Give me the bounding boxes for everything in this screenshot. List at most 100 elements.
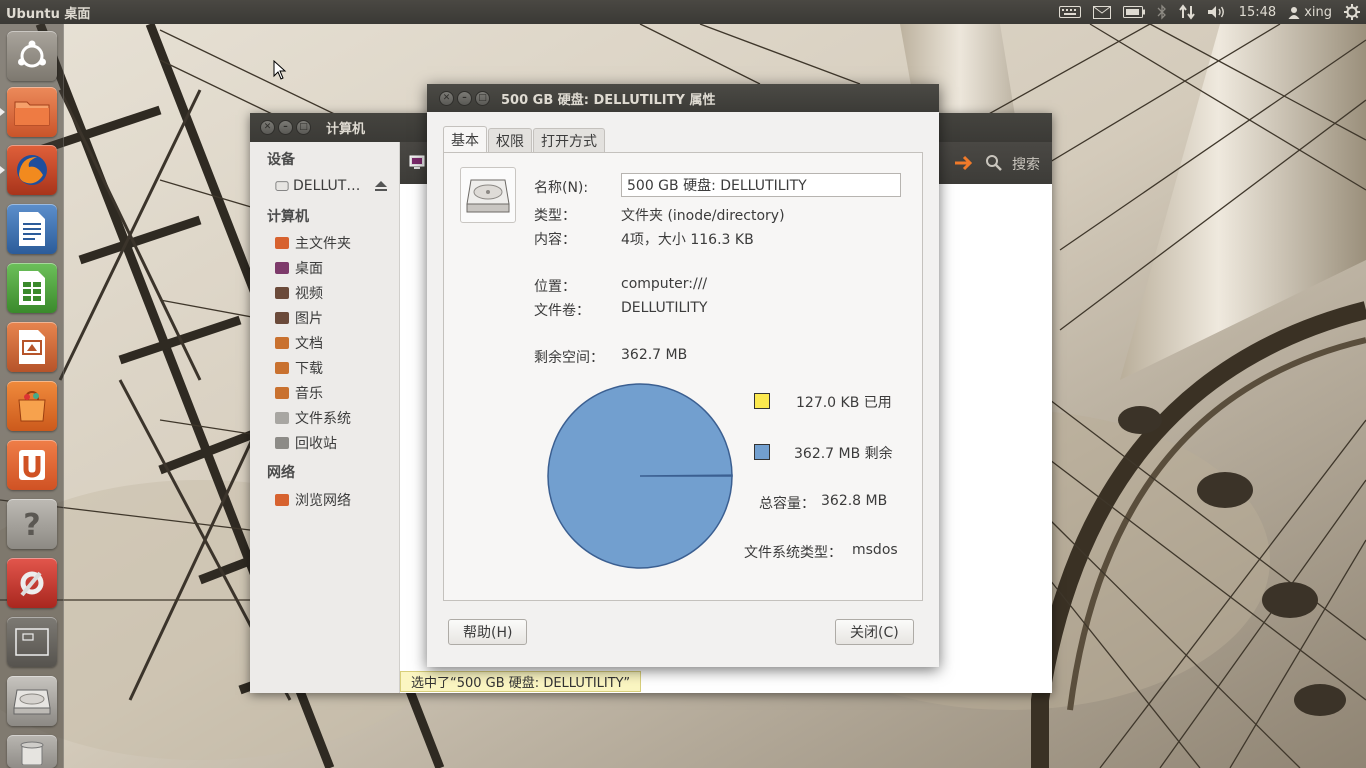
search-icon[interactable] <box>985 154 1003 176</box>
drive-icon[interactable] <box>7 676 57 726</box>
folder-icon <box>275 412 289 424</box>
folder-icon <box>275 237 289 249</box>
gear-icon[interactable] <box>1344 0 1360 24</box>
tab-permissions[interactable]: 权限 <box>488 128 532 152</box>
minimize-icon[interactable]: – <box>457 90 472 106</box>
sidebar-item[interactable]: 下载 <box>275 358 395 378</box>
computer-header: 计算机 <box>267 209 309 225</box>
folder-icon <box>275 494 289 506</box>
maximize-icon[interactable]: □ <box>475 90 490 106</box>
places-sidebar: 设备 DELLUT… 计算机 主文件夹 桌面 视频 图片 文档 下载 音乐 文件系统 回收站 网… <box>250 142 400 693</box>
sidebar-item[interactable]: 主文件夹 <box>275 233 395 253</box>
help-button[interactable]: 帮助(H) <box>448 619 528 645</box>
free-space-value: 362.7 MB <box>621 347 688 363</box>
trash-icon[interactable] <box>7 735 57 768</box>
firefox-icon[interactable] <box>7 145 57 195</box>
sidebar-item-label: 桌面 <box>295 261 323 277</box>
workspace-switcher-icon[interactable] <box>7 617 57 667</box>
status-label: 选中了“500 GB 硬盘: DELLUTILITY” <box>400 671 642 692</box>
eject-icon[interactable] <box>374 180 388 192</box>
battery-icon[interactable] <box>1122 0 1145 24</box>
maximize-icon[interactable]: □ <box>296 120 311 135</box>
sidebar-item-label: 视频 <box>295 286 323 302</box>
total-capacity-label: 总容量： <box>759 496 815 512</box>
sidebar-item-label: 图片 <box>295 311 323 327</box>
mouse-pointer <box>273 60 287 80</box>
sidebar-item-label: 下载 <box>295 361 323 377</box>
computer-location-icon[interactable] <box>409 155 425 174</box>
forward-arrow-icon[interactable] <box>953 153 975 177</box>
sidebar-item[interactable]: 视频 <box>275 283 395 303</box>
sidebar-item-label: DELLUT… <box>293 178 361 194</box>
sidebar-item[interactable]: 图片 <box>275 308 395 328</box>
keyboard-icon[interactable] <box>1058 0 1081 24</box>
sidebar-item[interactable]: 回收站 <box>275 433 395 453</box>
clock[interactable]: 15:48 <box>1239 0 1276 24</box>
sidebar-item[interactable]: 浏览网络 <box>275 490 395 510</box>
disk-usage-pie <box>547 383 733 569</box>
ubuntu-one-icon[interactable] <box>7 440 57 490</box>
sidebar-item-label: 音乐 <box>295 386 323 402</box>
help-icon[interactable]: ? <box>7 499 57 549</box>
dialog-titlebar: ✕ – □ 500 GB 硬盘: DELLUTILITY 属性 <box>427 84 939 112</box>
svg-text:?: ? <box>23 508 40 541</box>
volume-icon[interactable] <box>1207 0 1227 24</box>
libreoffice-calc-icon[interactable] <box>7 263 57 313</box>
volume-label: 文件卷： <box>534 303 590 319</box>
sidebar-item-label: 主文件夹 <box>295 236 351 252</box>
properties-dialog: ✕ – □ 500 GB 硬盘: DELLUTILITY 属性 基本 权限 打开… <box>427 84 939 667</box>
close-icon[interactable]: ✕ <box>260 120 275 135</box>
search-label[interactable]: 搜索 <box>1012 154 1040 174</box>
contents-label: 内容： <box>534 232 576 248</box>
network-header: 网络 <box>267 465 295 481</box>
sidebar-item[interactable]: 文件系统 <box>275 408 395 428</box>
dialog-title: 500 GB 硬盘: DELLUTILITY 属性 <box>501 92 716 108</box>
sidebar-item[interactable]: 文档 <box>275 333 395 353</box>
tab-open-with[interactable]: 打开方式 <box>533 128 605 152</box>
sidebar-item-label: 回收站 <box>295 436 337 452</box>
tab-basic[interactable]: 基本 <box>443 126 487 152</box>
sidebar-item-device[interactable]: DELLUT… <box>275 176 395 196</box>
files-icon[interactable] <box>7 87 57 137</box>
location-label: 位置： <box>534 279 576 295</box>
sidebar-item[interactable]: 桌面 <box>275 258 395 278</box>
close-icon[interactable]: ✕ <box>439 90 454 106</box>
close-button[interactable]: 关闭(C) <box>835 619 914 645</box>
filesystem-type-value: msdos <box>852 542 898 558</box>
folder-icon <box>275 362 289 374</box>
sidebar-item-label: 文档 <box>295 336 323 352</box>
free-space-label: 剩余空间： <box>534 350 604 366</box>
libreoffice-impress-icon[interactable] <box>7 322 57 372</box>
sidebar-item[interactable]: 音乐 <box>275 383 395 403</box>
type-value: 文件夹 (inode/directory) <box>621 208 785 224</box>
launcher: ? <box>0 24 64 768</box>
total-capacity-value: 362.8 MB <box>821 493 888 509</box>
bluetooth-icon[interactable] <box>1157 0 1167 24</box>
sidebar-item-label: 文件系统 <box>295 411 351 427</box>
free-color-swatch <box>754 444 770 460</box>
software-center-icon[interactable] <box>7 381 57 431</box>
system-settings-icon[interactable] <box>7 558 57 608</box>
name-field[interactable] <box>621 173 901 197</box>
used-space-slice <box>639 474 733 477</box>
user-menu[interactable]: xing <box>1288 0 1332 24</box>
used-legend-label: 127.0 KB 已用 <box>796 395 892 411</box>
used-color-swatch <box>754 393 770 409</box>
mail-icon[interactable] <box>1092 0 1111 24</box>
folder-icon <box>275 287 289 299</box>
folder-icon <box>275 312 289 324</box>
dash-home-icon[interactable] <box>7 31 57 81</box>
user-name: xing <box>1304 4 1332 20</box>
tab-bar: 基本 权限 打开方式 <box>443 126 606 152</box>
location-value: computer:/// <box>621 276 708 292</box>
free-legend-label: 362.7 MB 剩余 <box>794 446 893 462</box>
minimize-icon[interactable]: – <box>278 120 293 135</box>
drive-icon[interactable] <box>460 167 516 223</box>
sidebar-item-label: 浏览网络 <box>295 493 351 509</box>
network-icon[interactable] <box>1178 0 1195 24</box>
window-title: 计算机 <box>326 122 366 137</box>
panel-title: Ubuntu 桌面 <box>6 6 91 22</box>
basic-panel: 名称(N): 类型： 文件夹 (inode/directory) 内容： 4项，… <box>443 152 923 601</box>
libreoffice-writer-icon[interactable] <box>7 204 57 254</box>
type-label: 类型： <box>534 208 576 224</box>
